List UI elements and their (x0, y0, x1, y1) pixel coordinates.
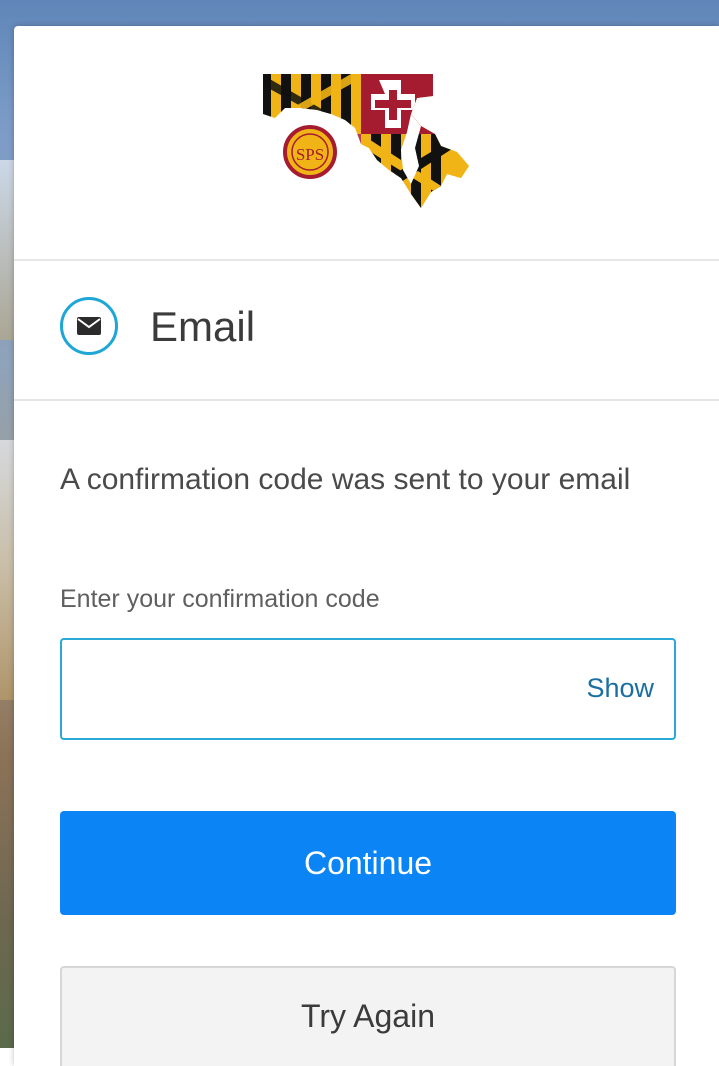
envelope-icon (77, 317, 101, 335)
header-divider (14, 399, 719, 401)
sps-seal-text: SPS (296, 145, 324, 164)
login-card: SPS Email A confirmation code was sent t… (14, 26, 719, 1066)
try-again-button[interactable]: Try Again (60, 966, 676, 1066)
factor-header: Email (14, 261, 719, 399)
confirmation-code-input[interactable] (74, 658, 578, 722)
code-field: Show (60, 638, 676, 740)
logo-area: SPS (14, 26, 719, 259)
email-factor-icon (60, 297, 118, 355)
page-title: Email (150, 303, 256, 350)
confirmation-message: A confirmation code was sent to your ema… (60, 463, 631, 496)
show-code-toggle[interactable]: Show (586, 670, 654, 706)
continue-button[interactable]: Continue (60, 811, 676, 915)
maryland-flag-logo: SPS (263, 74, 469, 208)
code-field-label: Enter your confirmation code (60, 585, 380, 613)
